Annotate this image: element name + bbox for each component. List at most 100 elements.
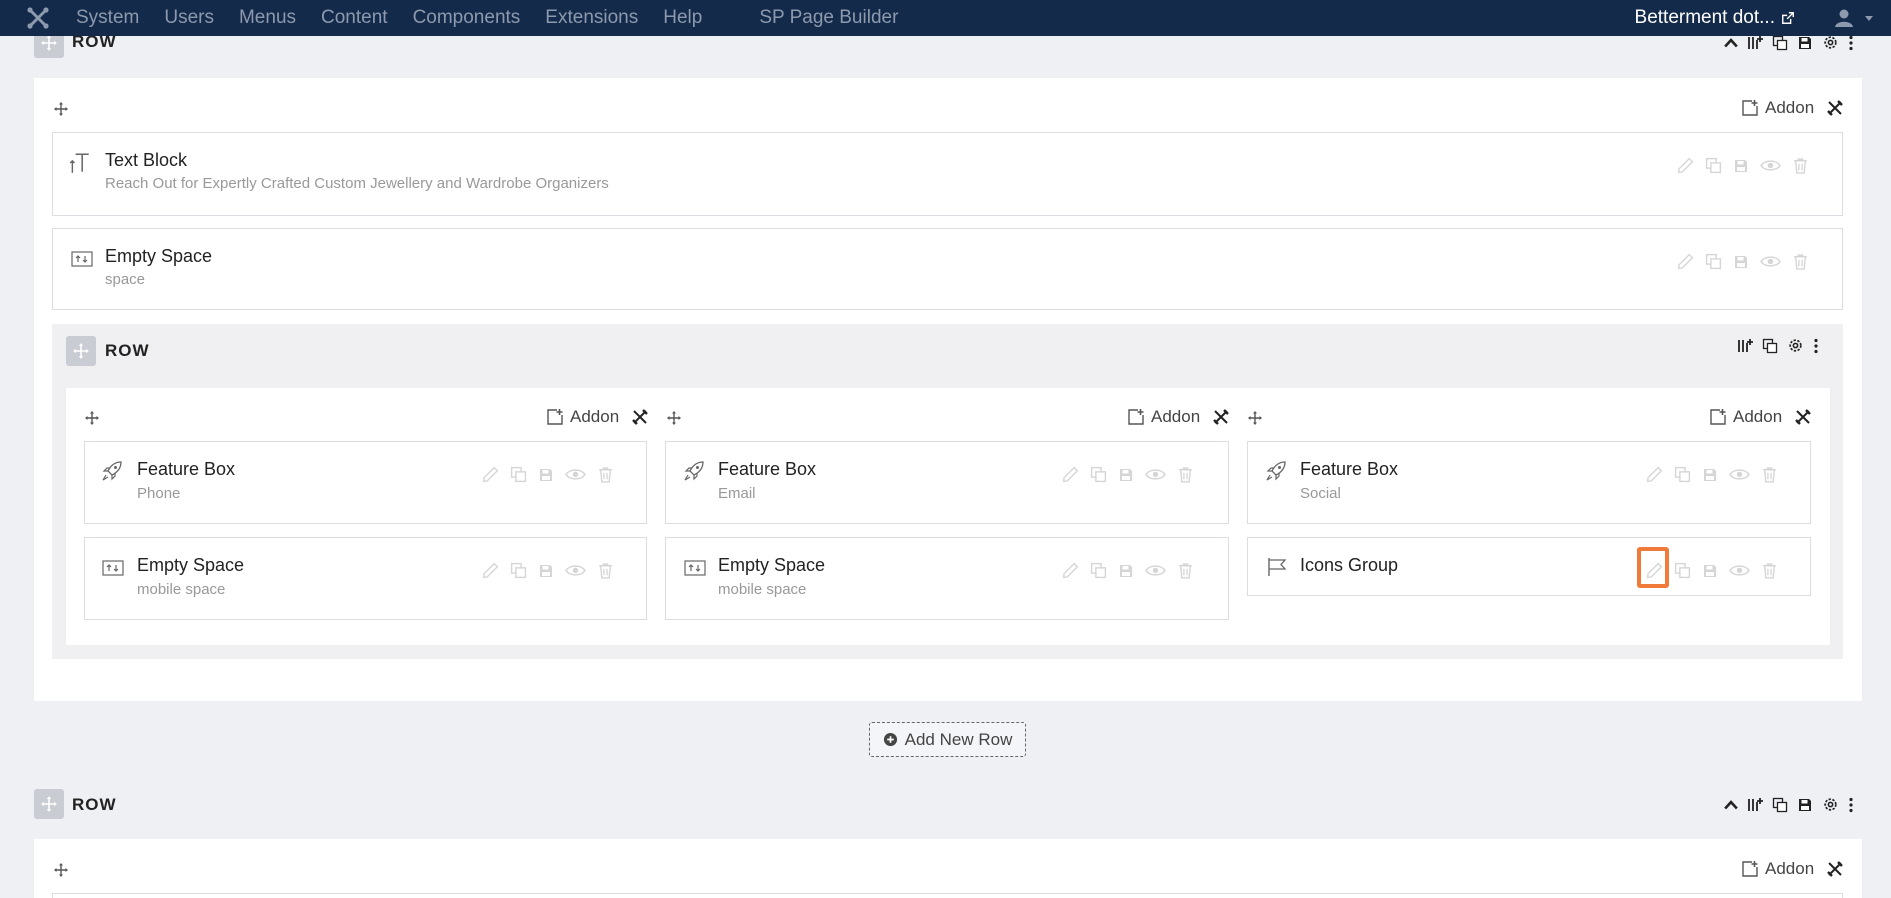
tools-icon[interactable] bbox=[1795, 409, 1811, 425]
column-move-icon[interactable] bbox=[53, 862, 69, 878]
add-addon-button[interactable]: Addon bbox=[1709, 407, 1782, 427]
add-addon-button[interactable]: Addon bbox=[1741, 98, 1814, 118]
eye-icon[interactable] bbox=[1145, 466, 1166, 483]
copy-icon[interactable] bbox=[1705, 157, 1722, 174]
eye-icon[interactable] bbox=[1729, 466, 1750, 483]
eye-icon[interactable] bbox=[1760, 157, 1781, 174]
more-icon[interactable] bbox=[1813, 338, 1819, 354]
trash-icon[interactable] bbox=[1761, 466, 1778, 483]
edit-icon[interactable] bbox=[1677, 157, 1694, 174]
tools-icon[interactable] bbox=[632, 409, 648, 425]
menu-menus[interactable]: Menus bbox=[239, 7, 296, 29]
save-icon[interactable] bbox=[1118, 563, 1134, 579]
column-move-icon[interactable] bbox=[84, 410, 100, 426]
column-move-icon[interactable] bbox=[53, 101, 69, 117]
columns-icon[interactable] bbox=[1737, 338, 1753, 354]
addon-card-icons-group[interactable]: Icons Group bbox=[1247, 537, 1811, 596]
gear-icon[interactable] bbox=[1822, 796, 1839, 813]
addon-card-feature-box[interactable]: Feature Box Social bbox=[1247, 441, 1811, 524]
add-addon-button[interactable]: Addon bbox=[1127, 407, 1200, 427]
column-move-icon[interactable] bbox=[1247, 410, 1263, 426]
save-icon[interactable] bbox=[1733, 158, 1749, 174]
edit-icon-highlight[interactable] bbox=[1637, 547, 1669, 588]
edit-icon[interactable] bbox=[482, 562, 499, 579]
columns-icon[interactable] bbox=[1747, 35, 1763, 51]
save-icon[interactable] bbox=[538, 467, 554, 483]
tools-icon[interactable] bbox=[1827, 861, 1843, 877]
edit-icon[interactable] bbox=[1646, 466, 1663, 483]
more-icon[interactable] bbox=[1848, 797, 1854, 813]
user-icon[interactable] bbox=[1833, 7, 1855, 34]
copy-icon[interactable] bbox=[1762, 338, 1778, 354]
collapse-icon[interactable] bbox=[1724, 799, 1738, 811]
edit-icon[interactable] bbox=[482, 466, 499, 483]
eye-icon[interactable] bbox=[565, 466, 586, 483]
copy-icon[interactable] bbox=[1772, 35, 1788, 51]
save-icon[interactable] bbox=[1702, 563, 1718, 579]
collapse-icon[interactable] bbox=[1724, 37, 1738, 49]
gear-icon[interactable] bbox=[1822, 34, 1839, 51]
add-new-row-button[interactable]: Add New Row bbox=[869, 722, 1026, 757]
trash-icon[interactable] bbox=[1792, 253, 1809, 270]
trash-icon[interactable] bbox=[597, 466, 614, 483]
addon-title: Feature Box bbox=[1300, 459, 1399, 479]
addon-subtitle: Phone bbox=[137, 485, 181, 502]
empty-space-icon bbox=[684, 558, 706, 578]
save-icon[interactable] bbox=[538, 563, 554, 579]
tools-icon[interactable] bbox=[1827, 100, 1843, 116]
trash-icon[interactable] bbox=[1177, 562, 1194, 579]
save-icon[interactable] bbox=[1118, 467, 1134, 483]
copy-icon[interactable] bbox=[1772, 797, 1788, 813]
save-icon[interactable] bbox=[1797, 797, 1813, 813]
copy-icon[interactable] bbox=[1674, 562, 1691, 579]
copy-icon[interactable] bbox=[1090, 562, 1107, 579]
row-drag-handle[interactable] bbox=[34, 789, 64, 819]
more-icon[interactable] bbox=[1848, 35, 1854, 51]
menu-system[interactable]: System bbox=[76, 7, 139, 29]
trash-icon[interactable] bbox=[1177, 466, 1194, 483]
edit-icon[interactable] bbox=[1062, 466, 1079, 483]
menu-sp-page-builder[interactable]: SP Page Builder bbox=[759, 7, 898, 29]
caret-down-icon[interactable] bbox=[1865, 16, 1873, 21]
save-icon[interactable] bbox=[1797, 35, 1813, 51]
copy-icon[interactable] bbox=[510, 562, 527, 579]
addon-actions bbox=[1062, 466, 1194, 483]
joomla-logo[interactable] bbox=[20, 0, 56, 36]
edit-icon[interactable] bbox=[1062, 562, 1079, 579]
addon-title: Feature Box bbox=[718, 459, 817, 479]
addon-title: Icons Group bbox=[1300, 555, 1399, 575]
copy-icon[interactable] bbox=[1090, 466, 1107, 483]
menu-extensions[interactable]: Extensions bbox=[545, 7, 638, 29]
edit-icon[interactable] bbox=[1677, 253, 1694, 270]
eye-icon[interactable] bbox=[1145, 562, 1166, 579]
addon-card-empty-space[interactable]: Empty Space mobile space bbox=[84, 537, 647, 620]
eye-icon[interactable] bbox=[565, 562, 586, 579]
addon-card-text-block[interactable]: Text Block Reach Out for Expertly Crafte… bbox=[52, 132, 1843, 216]
menu-components[interactable]: Components bbox=[413, 7, 521, 29]
save-icon[interactable] bbox=[1733, 254, 1749, 270]
eye-icon[interactable] bbox=[1729, 562, 1750, 579]
trash-icon[interactable] bbox=[1761, 562, 1778, 579]
addon-card-empty-space[interactable]: Empty Space space bbox=[52, 228, 1843, 310]
columns-icon[interactable] bbox=[1747, 797, 1763, 813]
add-addon-button[interactable]: Addon bbox=[546, 407, 619, 427]
column-move-icon[interactable] bbox=[666, 410, 682, 426]
addon-card-feature-box[interactable]: Feature Box Email bbox=[665, 441, 1229, 524]
copy-icon[interactable] bbox=[1705, 253, 1722, 270]
menu-users[interactable]: Users bbox=[164, 7, 214, 29]
gear-icon[interactable] bbox=[1787, 337, 1804, 354]
addon-card-empty-space[interactable]: Empty Space mobile space bbox=[665, 537, 1229, 620]
menu-content[interactable]: Content bbox=[321, 7, 388, 29]
add-addon-button[interactable]: Addon bbox=[1741, 859, 1814, 879]
row-drag-handle[interactable] bbox=[66, 336, 96, 366]
addon-card-feature-box[interactable]: Feature Box Phone bbox=[84, 441, 647, 524]
eye-icon[interactable] bbox=[1760, 253, 1781, 270]
copy-icon[interactable] bbox=[510, 466, 527, 483]
trash-icon[interactable] bbox=[597, 562, 614, 579]
copy-icon[interactable] bbox=[1674, 466, 1691, 483]
site-link[interactable]: Betterment dot... bbox=[1635, 0, 1795, 36]
menu-help[interactable]: Help bbox=[663, 7, 702, 29]
save-icon[interactable] bbox=[1702, 467, 1718, 483]
tools-icon[interactable] bbox=[1213, 409, 1229, 425]
trash-icon[interactable] bbox=[1792, 157, 1809, 174]
